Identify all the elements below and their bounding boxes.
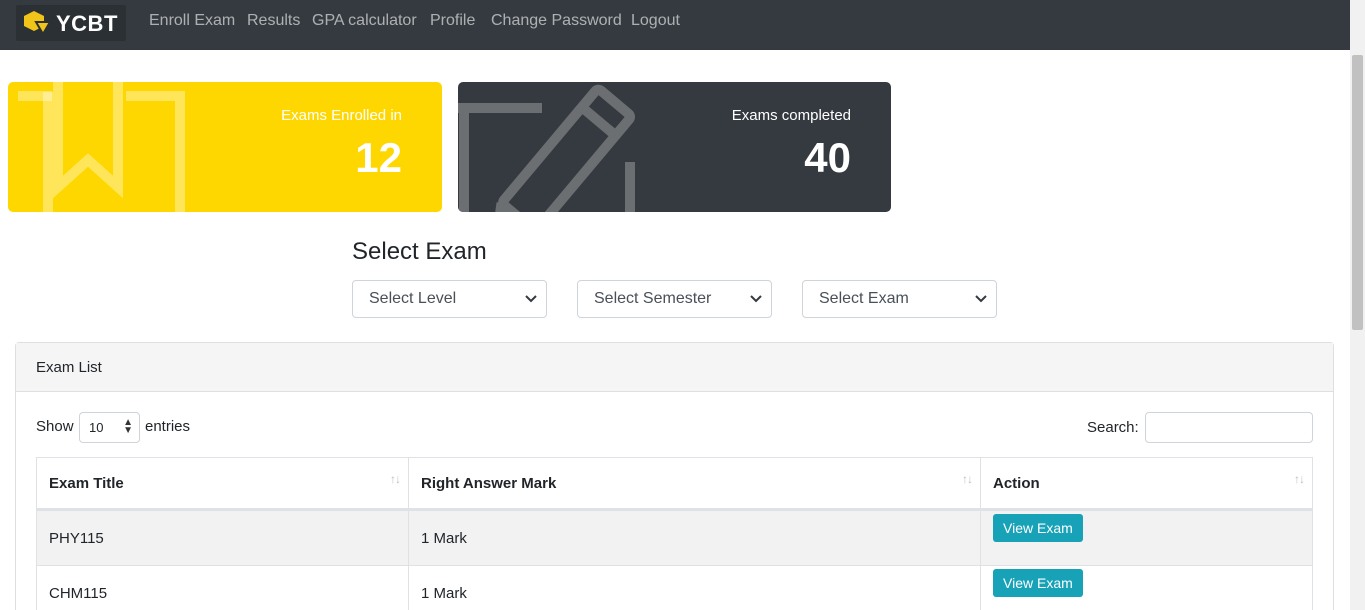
select-level-dropdown[interactable]: Select Level xyxy=(352,280,547,318)
exam-list-header: Exam List xyxy=(16,343,1333,392)
table-row: CHM115 1 Mark View Exam xyxy=(36,565,1313,610)
entries-label: entries xyxy=(145,418,191,435)
view-exam-button[interactable]: View Exam xyxy=(993,514,1083,542)
logo-icon xyxy=(24,11,52,36)
brand-name: YCBT xyxy=(56,11,118,36)
exam-list-card: Exam List Show 10 ▲ ▼ entries Search: Exa… xyxy=(15,342,1334,610)
nav-profile[interactable]: Profile xyxy=(430,12,475,30)
mark-cell: 1 Mark xyxy=(408,565,981,610)
exams-completed-card: Exams completed 40 xyxy=(458,82,891,212)
bookmark-icon xyxy=(18,82,185,212)
entries-value: 10 xyxy=(89,420,104,435)
chevron-down-icon xyxy=(525,295,537,303)
chevron-down-icon xyxy=(750,295,762,303)
nav-enroll-exam[interactable]: Enroll Exam xyxy=(149,12,235,30)
completed-label: Exams completed xyxy=(731,107,851,124)
chevron-down-icon xyxy=(975,295,987,303)
sort-icon: ↑↓ xyxy=(1294,472,1305,486)
mark-cell: 1 Mark xyxy=(408,509,981,566)
nav-logout[interactable]: Logout xyxy=(631,12,680,30)
entries-per-page-select[interactable]: 10 ▲ ▼ xyxy=(79,412,140,443)
enrolled-count: 12 xyxy=(355,134,402,181)
column-label: Right Answer Mark xyxy=(421,474,557,492)
column-label: Action xyxy=(993,474,1040,492)
action-cell: View Exam xyxy=(980,565,1313,610)
page-scrollbar[interactable] xyxy=(1350,0,1365,610)
select-exam-value: Select Exam xyxy=(819,290,909,307)
exams-enrolled-card: Exams Enrolled in 12 xyxy=(8,82,442,212)
column-header-exam-title[interactable]: Exam Title ↑↓ xyxy=(36,457,409,511)
completed-count: 40 xyxy=(804,134,851,181)
sort-icon: ↑↓ xyxy=(390,472,401,486)
updown-icon: ▲ ▼ xyxy=(123,417,133,436)
exam-title-cell: CHM115 xyxy=(36,565,409,610)
pencil-icon xyxy=(458,84,635,212)
column-header-right-answer-mark[interactable]: Right Answer Mark ↑↓ xyxy=(408,457,981,511)
select-level-value: Select Level xyxy=(369,290,457,307)
nav-results[interactable]: Results xyxy=(247,12,300,30)
search-input[interactable] xyxy=(1145,412,1313,443)
table-row: PHY115 1 Mark View Exam xyxy=(36,509,1313,566)
select-exam-dropdown[interactable]: Select Exam xyxy=(802,280,997,318)
search-label: Search: xyxy=(1087,419,1139,436)
select-exam-title: Select Exam xyxy=(352,238,487,265)
select-semester-dropdown[interactable]: Select Semester xyxy=(577,280,772,318)
enrolled-label: Exams Enrolled in xyxy=(281,107,402,124)
column-label: Exam Title xyxy=(49,474,124,492)
brand-logo[interactable]: YCBT xyxy=(16,5,126,41)
action-cell: View Exam xyxy=(980,509,1313,566)
nav-change-password[interactable]: Change Password xyxy=(491,12,622,30)
exam-title-cell: PHY115 xyxy=(36,509,409,566)
exam-table: Exam Title ↑↓ Right Answer Mark ↑↓ Actio… xyxy=(36,457,1313,610)
sort-icon: ↑↓ xyxy=(962,472,973,486)
select-semester-value: Select Semester xyxy=(594,290,712,307)
show-label: Show xyxy=(36,418,74,435)
column-header-action[interactable]: Action ↑↓ xyxy=(980,457,1313,511)
view-exam-button[interactable]: View Exam xyxy=(993,569,1083,597)
scrollbar-thumb[interactable] xyxy=(1352,55,1363,330)
nav-gpa-calculator[interactable]: GPA calculator xyxy=(312,12,417,30)
top-navbar: YCBT Enroll Exam Results GPA calculator … xyxy=(0,0,1350,50)
